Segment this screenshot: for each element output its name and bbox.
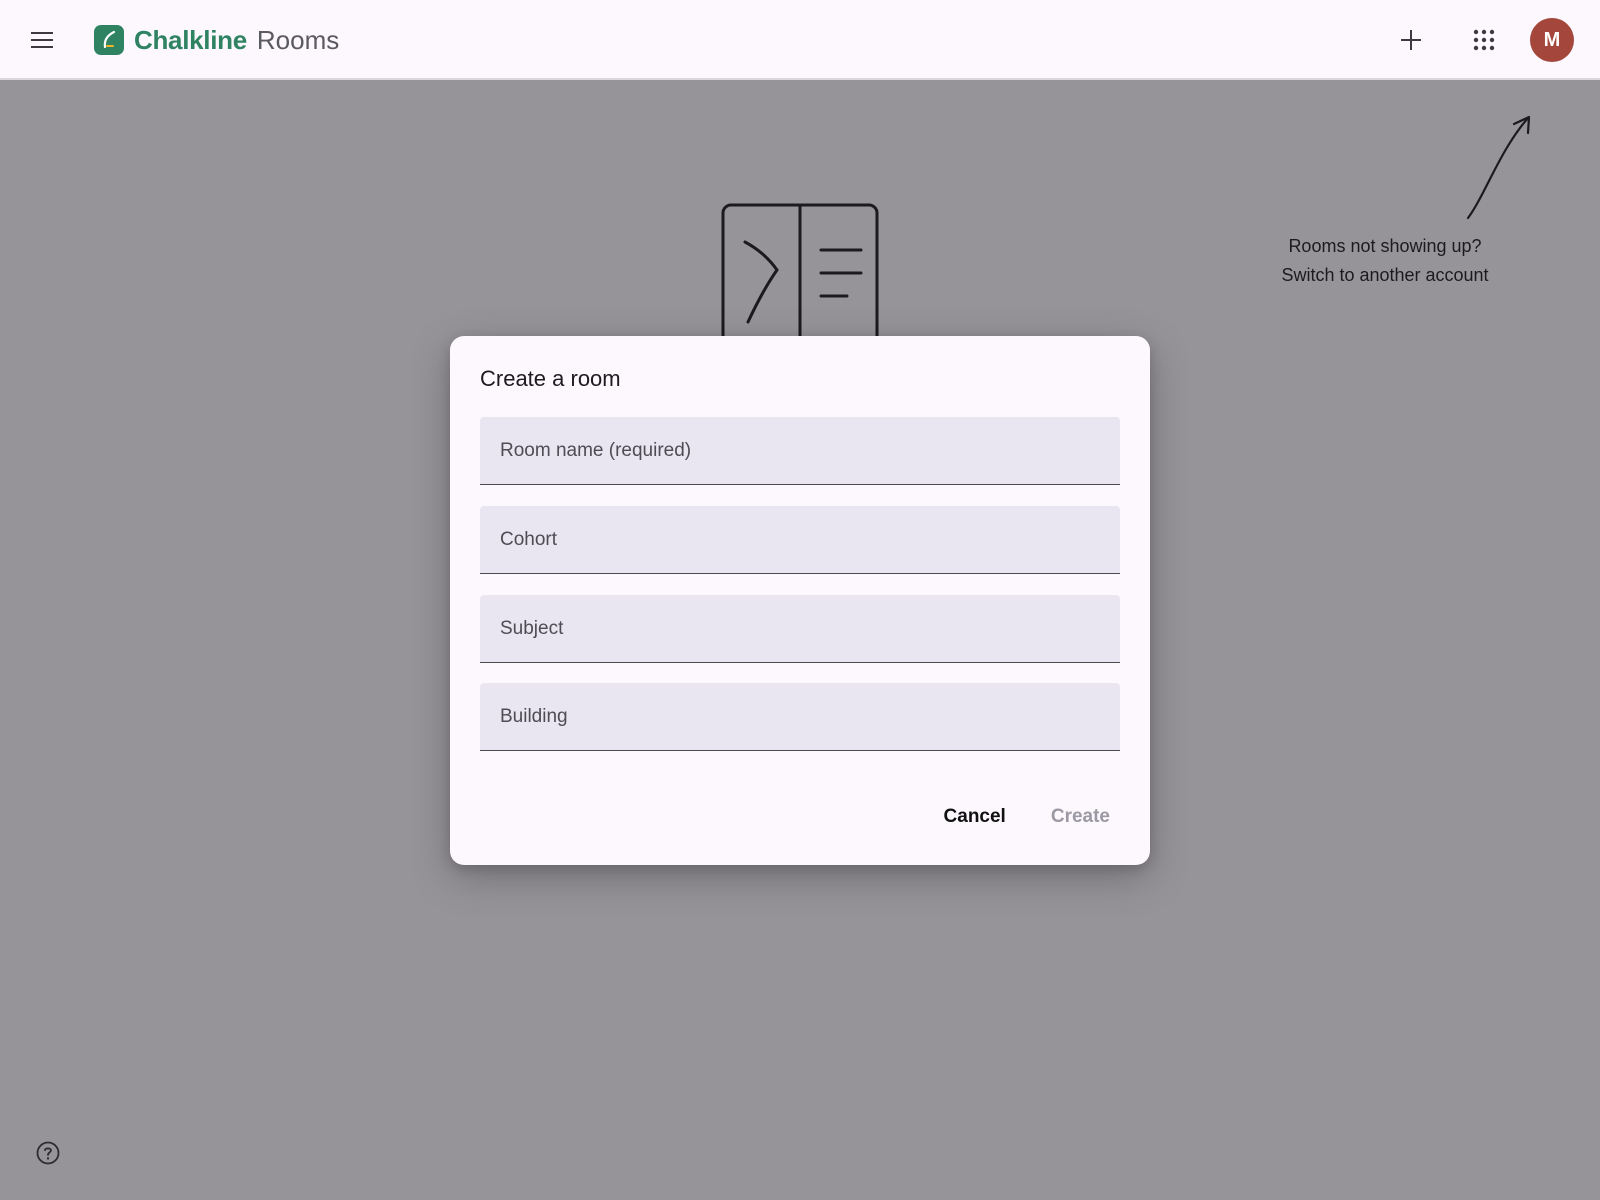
cohort-field[interactable] [480, 506, 1120, 574]
main-menu-button[interactable] [22, 20, 62, 60]
cohort-input[interactable] [480, 506, 1120, 573]
room-name-input[interactable] [480, 417, 1120, 484]
hamburger-menu-icon [31, 32, 53, 48]
building-input[interactable] [480, 683, 1120, 750]
apps-grid-icon [1473, 29, 1495, 51]
cancel-button[interactable]: Cancel [934, 796, 1016, 838]
top-app-bar: Chalkline Rooms M [0, 0, 1600, 80]
brand-product: Rooms [256, 24, 340, 55]
apps-button[interactable] [1464, 20, 1504, 60]
add-room-button[interactable] [1391, 20, 1431, 60]
create-button[interactable]: Create [1041, 796, 1120, 838]
subject-input[interactable] [480, 595, 1120, 662]
dialog-actions: Cancel Create [934, 796, 1120, 838]
room-name-field[interactable] [480, 417, 1120, 485]
brand-name: Chalkline [134, 24, 247, 55]
create-room-dialog: Create a room Cancel Create [450, 336, 1150, 865]
subject-field[interactable] [480, 595, 1120, 663]
building-field[interactable] [480, 683, 1120, 751]
page: Chalkline Rooms M Rooms not showing up? … [0, 0, 1600, 1200]
account-avatar[interactable]: M [1530, 18, 1574, 62]
plus-icon [1401, 30, 1421, 50]
brand[interactable]: Chalkline Rooms [94, 24, 339, 56]
chalkline-logo-icon [94, 25, 124, 55]
dialog-title: Create a room [480, 366, 621, 391]
